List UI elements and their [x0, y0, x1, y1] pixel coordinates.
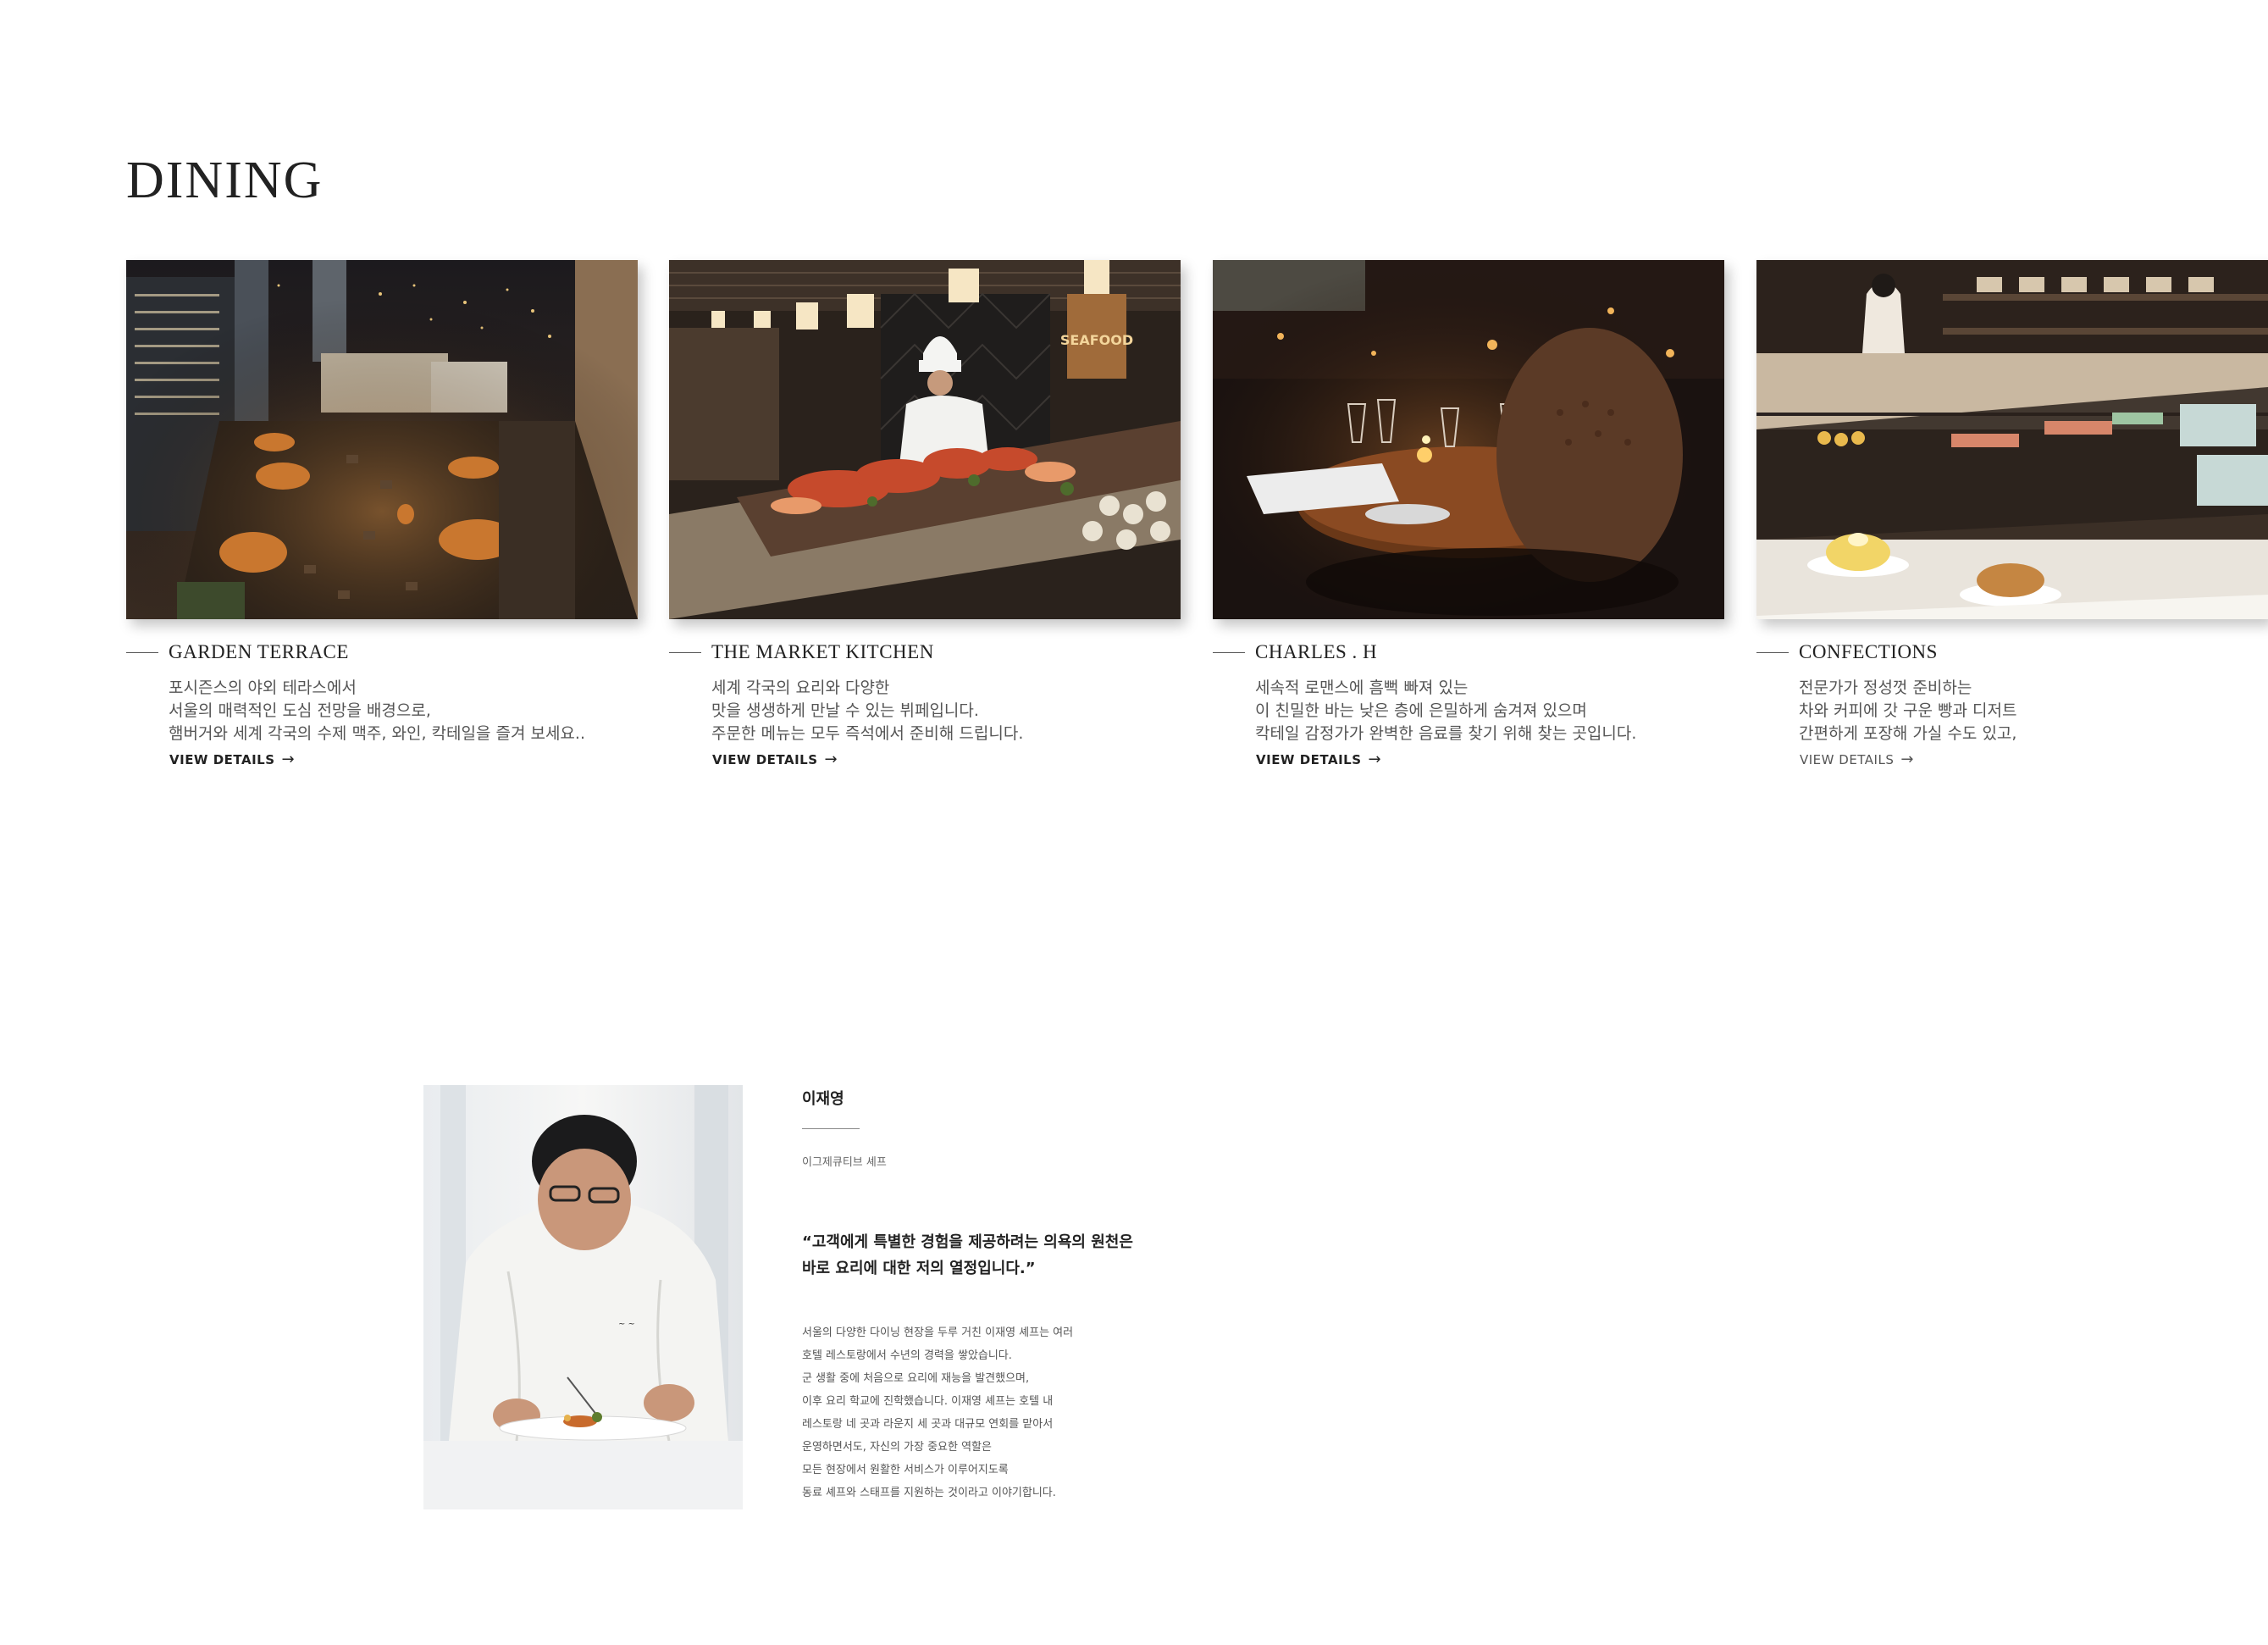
- desc-line: 간편하게 포장해 가실 수도 있고,: [1799, 724, 2017, 743]
- desc-line: 주문한 메뉴는 모두 즉석에서 준비해 드립니다.: [711, 724, 1024, 743]
- quote-line: 바로 요리에 대한 저의 열정입니다.”: [802, 1260, 1036, 1277]
- desc-line: 차와 커피에 갓 구운 빵과 디저트: [1799, 701, 2017, 720]
- bio-line: 레스토랑 네 곳과 라운지 세 곳과 대규모 연회를 맡아서: [802, 1418, 1054, 1431]
- desc-line: 서울의 매력적인 도심 전망을 배경으로,: [169, 701, 431, 720]
- card-title-row: CONFECTIONS: [1756, 641, 2268, 663]
- card-description: 세속적 로맨스에 흠뻑 빠져 있는 이 친밀한 바는 낮은 층에 은밀하게 숨겨…: [1255, 677, 1724, 745]
- chef-name: 이재영: [802, 1090, 844, 1108]
- view-details-label: VIEW DETAILS: [1256, 751, 1362, 767]
- desc-line: 맛을 생생하게 만날 수 있는 뷔페입니다.: [711, 701, 979, 720]
- desc-line: 세계 각국의 요리와 다양한: [711, 678, 890, 697]
- desc-line: 칵테일 감정가가 완벽한 음료를 찾기 위해 찾는 곳입니다.: [1255, 724, 1637, 743]
- arrow-right-icon: →: [281, 750, 296, 768]
- seafood-sign: SEAFOOD: [1060, 332, 1133, 348]
- dining-card-garden-terrace[interactable]: GARDEN TERRACE 포시즌스의 야외 테라스에서 서울의 매력적인 도…: [126, 260, 638, 768]
- view-details-link[interactable]: VIEW DETAILS →: [1256, 750, 1381, 768]
- bio-line: 호텔 레스토랑에서 수년의 경력을 쌓았습니다.: [802, 1349, 1012, 1362]
- arrow-right-icon: →: [1900, 750, 1914, 768]
- view-details-label: VIEW DETAILS: [169, 751, 275, 767]
- dining-card-charles-h[interactable]: CHARLES . H 세속적 로맨스에 흠뻑 빠져 있는 이 친밀한 바는 낮…: [1213, 260, 1724, 768]
- dining-card-market-kitchen[interactable]: SEAFOOD THE MARKET KITCHEN 세계 각국의 요리와 다양…: [669, 260, 1181, 768]
- bio-line: 군 생활 중에 처음으로 요리에 재능을 발견했으며,: [802, 1372, 1030, 1385]
- title-dash: [1213, 651, 1245, 653]
- bio-line: 서울의 다양한 다이닝 현장을 두루 거친 이재영 셰프는 여러: [802, 1327, 1074, 1339]
- card-title: GARDEN TERRACE: [169, 641, 349, 662]
- bio-line: 이후 요리 학교에 진학했습니다. 이재영 셰프는 호텔 내: [802, 1395, 1054, 1408]
- desc-line: 포시즌스의 야외 테라스에서: [169, 678, 357, 697]
- card-title: CONFECTIONS: [1799, 641, 1938, 662]
- bio-line: 동료 셰프와 스태프를 지원하는 것이라고 이야기합니다.: [802, 1487, 1056, 1499]
- title-dash: [1756, 651, 1789, 653]
- card-description: 포시즌스의 야외 테라스에서 서울의 매력적인 도심 전망을 배경으로, 햄버거…: [169, 677, 638, 745]
- bio-line: 모든 현장에서 원활한 서비스가 이루어지도록: [802, 1464, 1009, 1476]
- view-details-link[interactable]: VIEW DETAILS →: [1800, 750, 1914, 768]
- chef-bio: 서울의 다양한 다이닝 현장을 두루 거친 이재영 셰프는 여러 호텔 레스토랑…: [802, 1321, 1073, 1504]
- chef-divider: [802, 1128, 860, 1129]
- desc-line: 햄버거와 세계 각국의 수제 맥주, 와인, 칵테일을 즐겨 보세요..: [169, 724, 585, 743]
- card-title-row: CHARLES . H: [1213, 641, 1724, 663]
- buffet-chef-photo[interactable]: SEAFOOD: [669, 260, 1181, 619]
- desc-line: 세속적 로맨스에 흠뻑 빠져 있는: [1255, 678, 1469, 697]
- title-dash: [669, 651, 701, 653]
- view-details-label: VIEW DETAILS: [1800, 751, 1895, 767]
- view-details-label: VIEW DETAILS: [712, 751, 818, 767]
- rooftop-terrace-photo[interactable]: [126, 260, 638, 619]
- dining-card-confections[interactable]: CONFECTIONS 전문가가 정성껏 준비하는 차와 커피에 갓 구운 빵과…: [1756, 260, 2268, 768]
- pastry-case-photo[interactable]: [1756, 260, 2268, 619]
- section-title: DINING: [126, 152, 324, 209]
- card-description: 세계 각국의 요리와 다양한 맛을 생생하게 만날 수 있는 뷔페입니다. 주문…: [711, 677, 1181, 745]
- view-details-link[interactable]: VIEW DETAILS →: [169, 750, 295, 768]
- title-dash: [126, 651, 158, 653]
- dining-page: DINING GARDEN TERRACE 포시즌스의 야외 테라스에서 서울의…: [0, 0, 2268, 1645]
- bio-line: 운영하면서도, 자신의 가장 중요한 역할은: [802, 1441, 992, 1454]
- desc-line: 전문가가 정성껏 준비하는: [1799, 678, 1972, 697]
- quote-line: “고객에게 특별한 경험을 제공하려는 의욕의 원천은: [802, 1233, 1133, 1251]
- card-title: THE MARKET KITCHEN: [711, 641, 934, 662]
- chef-quote: “고객에게 특별한 경험을 제공하려는 의욕의 원천은 바로 요리에 대한 저의…: [802, 1229, 1133, 1282]
- view-details-link[interactable]: VIEW DETAILS →: [712, 750, 838, 768]
- svg-text:~ ~: ~ ~: [618, 1320, 635, 1329]
- arrow-right-icon: →: [824, 750, 838, 768]
- card-title-row: GARDEN TERRACE: [126, 641, 638, 663]
- chef-role: 이그제큐티브 셰프: [802, 1156, 887, 1169]
- chef-plating-photo: ~ ~: [423, 1085, 743, 1509]
- candlelit-bar-photo[interactable]: [1213, 260, 1724, 619]
- card-description: 전문가가 정성껏 준비하는 차와 커피에 갓 구운 빵과 디저트 간편하게 포장…: [1799, 677, 2268, 745]
- arrow-right-icon: →: [1368, 750, 1382, 768]
- card-title-row: THE MARKET KITCHEN: [669, 641, 1181, 663]
- card-title: CHARLES . H: [1255, 641, 1378, 662]
- desc-line: 이 친밀한 바는 낮은 층에 은밀하게 숨겨져 있으며: [1255, 701, 1587, 720]
